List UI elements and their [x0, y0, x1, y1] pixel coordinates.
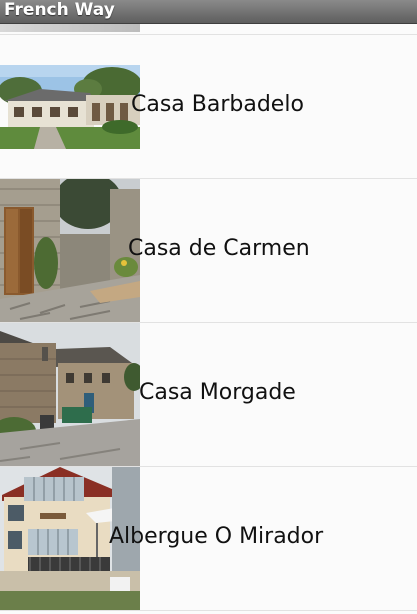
item-label: Albergue O Mirador [109, 524, 324, 549]
list-item-partial[interactable] [0, 24, 417, 35]
list-item-casa-morgade[interactable]: Casa Morgade [0, 323, 417, 467]
list-item-albergue-o-mirador[interactable]: Albergue O Mirador [0, 467, 417, 611]
village-street-photo [0, 323, 140, 466]
partial-thumbnail [0, 24, 140, 32]
house-photo [0, 65, 140, 149]
item-label: Casa Morgade [139, 380, 296, 405]
item-label: Casa Barbadelo [131, 92, 304, 117]
list-item-casa-de-carmen[interactable]: Casa de Carmen [0, 179, 417, 323]
app-title: French Way [4, 0, 115, 20]
item-label: Casa de Carmen [128, 236, 310, 261]
accommodation-list[interactable]: Casa Barbadelo Casa de Carmen Casa Morga… [0, 24, 417, 614]
title-bar: French Way [0, 0, 417, 24]
stone-doorway-photo [0, 179, 140, 322]
list-item-casa-barbadelo[interactable]: Casa Barbadelo [0, 35, 417, 179]
